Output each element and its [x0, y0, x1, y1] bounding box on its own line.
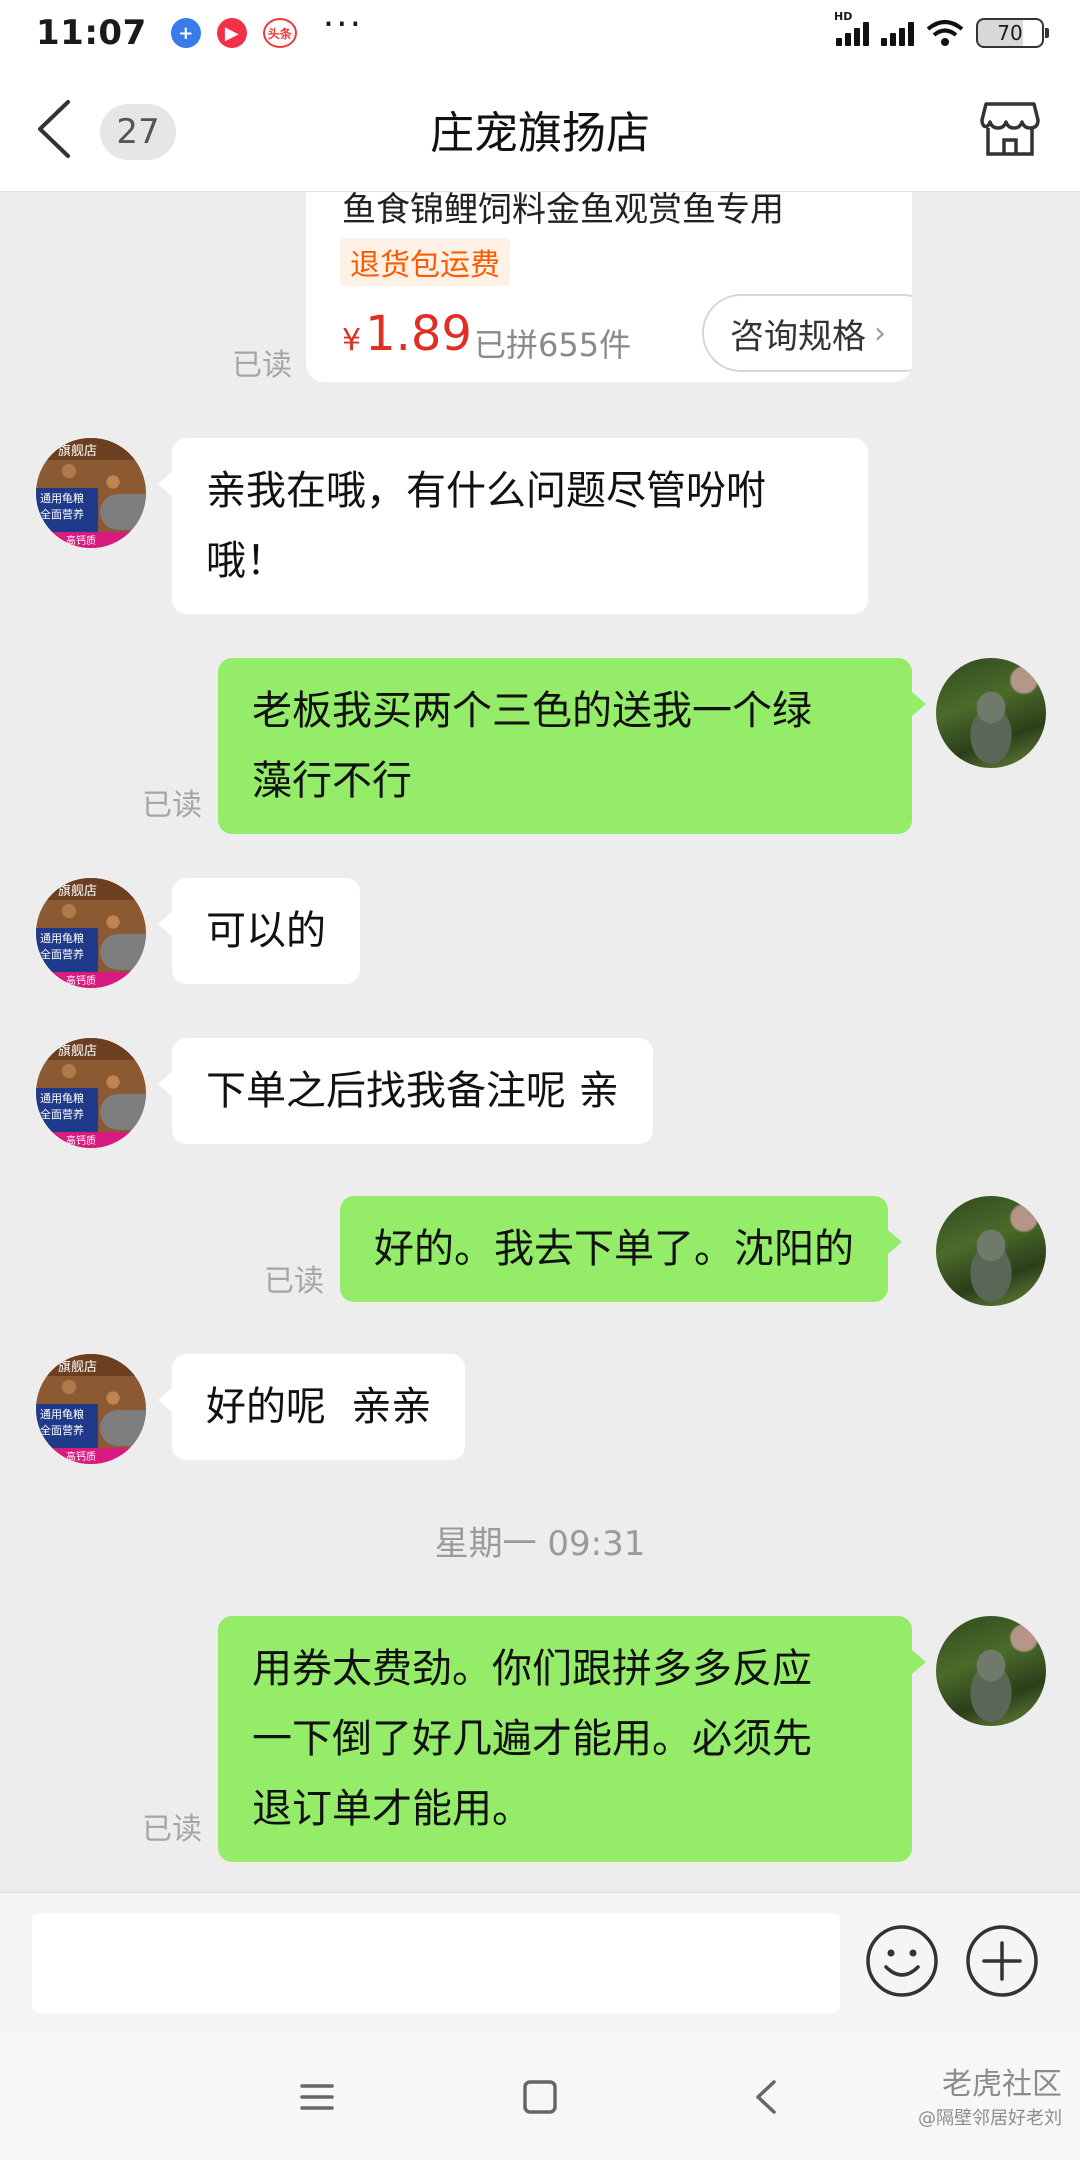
system-nav-bar: 老虎社区 @隔壁邻居好老刘 [0, 2032, 1080, 2160]
system-icons: HD 70 [834, 10, 1049, 48]
toutiao-icon: 头条 [262, 18, 297, 48]
plus-circle-icon[interactable] [964, 1923, 1040, 1999]
read-status: 已读 [232, 348, 292, 383]
chat-screen: 11:07 + ▶ 头条 ··· HD 70 27 庄宠旗扬店 已读 鱼食锦鲤饲… [0, 0, 1080, 2160]
message-input[interactable] [32, 1913, 840, 2013]
chevron-left-icon[interactable] [34, 98, 74, 160]
read-status: 已读 [142, 1812, 202, 1847]
app-plus-icon: + [170, 18, 201, 48]
hd-label: HD [834, 10, 853, 23]
shop-avatar[interactable] [36, 1038, 146, 1148]
wifi-icon [926, 20, 964, 46]
message-text-line: 亲我在哦，有什么问题尽管吩咐 [206, 468, 766, 514]
store-icon[interactable] [980, 96, 1040, 160]
read-status: 已读 [142, 788, 202, 823]
emoji-smile-icon[interactable] [864, 1923, 940, 1999]
status-bar: 11:07 + ▶ 头条 ··· HD 70 [0, 0, 1080, 66]
message-bubble[interactable]: 好的呢 亲亲 [157, 1354, 466, 1460]
signal-icon [881, 20, 914, 46]
currency-symbol: ¥ [342, 323, 362, 358]
chat-header: 27 庄宠旗扬店 [0, 66, 1080, 192]
page-title: 庄宠旗扬店 [430, 107, 650, 159]
chevron-right-icon: › [874, 315, 886, 351]
notification-icons: + ▶ 头条 ··· [170, 4, 364, 48]
more-dots-icon: ··· [322, 4, 364, 45]
message-text-line: 用券太费劲。你们跟拼多多反应 [252, 1646, 812, 1692]
watermark: 老虎社区 @隔壁邻居好老刘 [918, 2068, 1062, 2136]
message-text-line: 藻行不行 [252, 758, 412, 804]
unread-count-badge[interactable]: 27 [100, 104, 176, 160]
message-text-line: 下单之后找我备注呢 亲 [206, 1068, 619, 1114]
input-bar [0, 1892, 1080, 2032]
product-card[interactable]: 鱼食锦鲤饲料金鱼观赏鱼专用 退货包运费 ¥ 1.89 已拼655件 咨询规格 › [306, 192, 912, 382]
message-text-line: 好的呢 亲亲 [206, 1384, 432, 1430]
home-square-icon[interactable] [505, 2062, 575, 2132]
return-shipping-tag: 退货包运费 [340, 238, 510, 286]
message-bubble[interactable]: 老板我买两个三色的送我一个绿 藻行不行 [218, 658, 926, 834]
shop-avatar[interactable] [36, 1354, 146, 1464]
ask-spec-button[interactable]: 咨询规格 › [702, 294, 912, 372]
status-time: 11:07 [36, 13, 147, 53]
message-timestamp: 星期一 09:31 [434, 1524, 646, 1564]
back-icon[interactable] [732, 2062, 802, 2132]
ask-spec-label: 咨询规格 [730, 316, 866, 357]
product-name: 鱼食锦鲤饲料金鱼观赏鱼专用 [342, 192, 784, 230]
product-price: ¥ 1.89 [342, 306, 472, 362]
menu-icon[interactable] [282, 2062, 352, 2132]
read-status: 已读 [264, 1264, 324, 1299]
message-bubble[interactable]: 可以的 [158, 878, 360, 984]
sold-count: 已拼655件 [474, 326, 632, 364]
message-text-line: 退订单才能用。 [252, 1786, 532, 1832]
user-avatar[interactable] [936, 1196, 1046, 1306]
shop-avatar[interactable] [36, 438, 146, 548]
shop-avatar[interactable] [36, 878, 146, 988]
message-text-line: 哦！ [206, 538, 286, 584]
user-avatar[interactable] [936, 1616, 1046, 1726]
signal-hd-icon: HD [834, 10, 869, 46]
message-bubble[interactable]: 亲我在哦，有什么问题尽管吩咐 哦！ [158, 438, 868, 614]
message-text-line: 可以的 [206, 908, 326, 954]
battery-icon: 70 [976, 18, 1049, 48]
message-bubble[interactable]: 好的。我去下单了。沈阳的 [340, 1196, 902, 1302]
message-bubble[interactable]: 用券太费劲。你们跟拼多多反应 一下倒了好几遍才能用。必须先 退订单才能用。 [218, 1616, 926, 1862]
video-icon: ▶ [216, 18, 247, 48]
message-text-line: 老板我买两个三色的送我一个绿 [252, 688, 812, 734]
price-value: 1.89 [365, 306, 472, 362]
message-text-line: 一下倒了好几遍才能用。必须先 [252, 1716, 812, 1762]
watermark-author: @隔壁邻居好老刘 [918, 2108, 1062, 2129]
message-text-line: 好的。我去下单了。沈阳的 [374, 1226, 854, 1272]
watermark-title: 老虎社区 [942, 2067, 1062, 2102]
message-bubble[interactable]: 下单之后找我备注呢 亲 [158, 1038, 653, 1144]
user-avatar[interactable] [936, 658, 1046, 768]
message-list[interactable]: 已读 鱼食锦鲤饲料金鱼观赏鱼专用 退货包运费 ¥ 1.89 已拼655件 咨询规… [0, 192, 1080, 1892]
